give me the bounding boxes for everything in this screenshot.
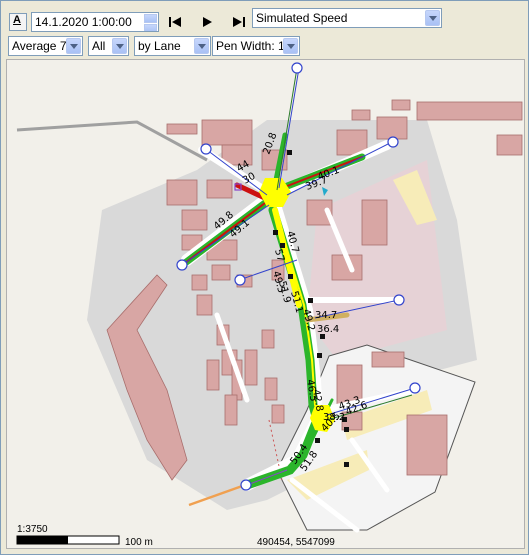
map-canvas[interactable]: 20.8 44 30 49.8 49.1 40.7 57 49.5 51.9 51.1 49.2 34…	[6, 59, 525, 549]
aggregate-select[interactable]: Average 71	[8, 36, 83, 56]
datetime-value: 14.1.2020 1:00:00	[35, 15, 132, 29]
display-mode-select[interactable]: Simulated Speed	[252, 8, 442, 28]
scale-ratio-label: 1:3750	[17, 524, 48, 535]
spin-up-icon[interactable]	[144, 14, 157, 23]
aggregate-value: Average 71	[12, 39, 74, 53]
display-mode-value: Simulated Speed	[256, 11, 348, 25]
scale-bar-label: 100 m	[125, 537, 153, 548]
speed-label: 36.4	[317, 324, 339, 335]
skip-to-start-icon[interactable]	[166, 13, 184, 31]
text-labels-toggle-button[interactable]: A	[9, 13, 27, 31]
chevron-down-icon[interactable]	[112, 38, 127, 54]
chevron-down-icon[interactable]	[194, 38, 209, 54]
spin-down-icon[interactable]	[144, 24, 157, 31]
filter-select[interactable]: All	[88, 36, 129, 56]
grouping-select[interactable]: by Lane	[134, 36, 211, 56]
pen-width-select[interactable]: Pen Width: 1	[212, 36, 300, 56]
datetime-input[interactable]: 14.1.2020 1:00:00	[31, 12, 159, 32]
map-drawing: 20.8443049.849.140.75749.551.951.149.234…	[16, 62, 523, 545]
grouping-value: by Lane	[138, 39, 181, 53]
speed-map-window: A 14.1.2020 1:00:00 Simulated Speed Aver…	[0, 0, 529, 555]
skip-to-end-icon[interactable]	[230, 13, 248, 31]
datetime-spinner[interactable]	[144, 14, 157, 31]
chevron-down-icon[interactable]	[283, 38, 298, 54]
scale-bar	[16, 535, 120, 545]
toolbar: A 14.1.2020 1:00:00 Simulated Speed Aver…	[1, 1, 528, 56]
text-icon: A	[13, 14, 21, 26]
filter-value: All	[92, 39, 106, 53]
map-coordinates: 490454, 5547099	[257, 537, 335, 548]
play-icon[interactable]	[198, 13, 216, 31]
pen-width-value: Pen Width: 1	[216, 39, 285, 53]
chevron-down-icon[interactable]	[66, 38, 81, 54]
speed-label: 34.7	[315, 310, 337, 321]
chevron-down-icon[interactable]	[425, 10, 440, 26]
